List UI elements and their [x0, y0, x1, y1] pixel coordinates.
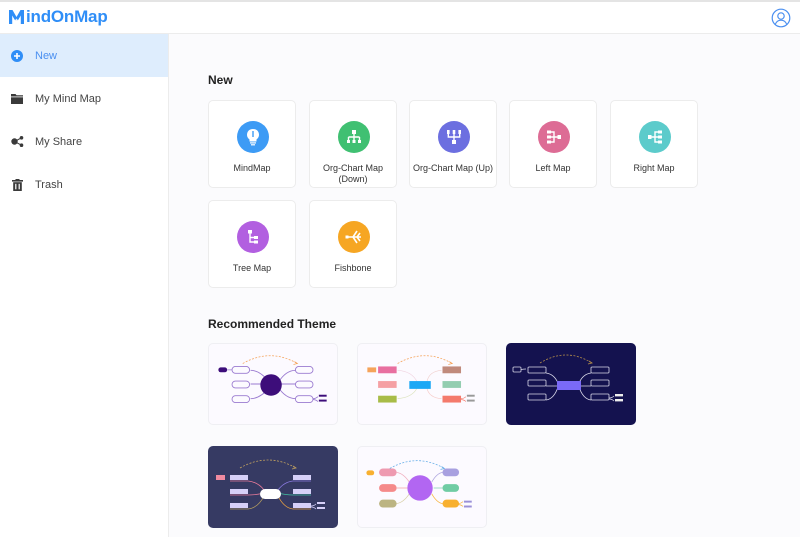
theme-card-purple-classic[interactable] [208, 343, 338, 425]
left-map-icon [538, 121, 570, 153]
template-card-right-map[interactable]: Right Map [610, 100, 698, 188]
theme-card-colorful-blocks[interactable] [357, 343, 487, 425]
top-bar: indOnMap [0, 0, 800, 34]
sidebar-item-label: New [35, 49, 58, 62]
theme-card-dark-navy[interactable] [506, 343, 636, 425]
sidebar-item-label: Trash [35, 178, 63, 191]
template-card-fishbone[interactable]: Fishbone [309, 200, 397, 288]
template-label: MindMap [233, 163, 271, 173]
sidebar-item-trash[interactable]: Trash [0, 163, 168, 206]
theme-preview-slate-dark [216, 459, 325, 510]
template-card-mindmap[interactable]: MindMap [208, 100, 296, 188]
template-card-org-chart-down[interactable]: Org-Chart Map (Down) [309, 100, 397, 188]
theme-preview-pastel-purple [366, 460, 472, 508]
theme-card-pastel-purple[interactable] [357, 446, 487, 528]
right-map-icon [639, 121, 671, 153]
theme-preview-purple-classic [218, 355, 327, 403]
logo-text: indOnMap [26, 7, 108, 26]
template-label-line2: (Down) [338, 174, 368, 184]
trash-icon [10, 178, 24, 192]
main-content: New MindMap Org-Chart Map (Down) Org-Char… [170, 34, 800, 537]
org-chart-up-icon [438, 121, 470, 153]
template-card-org-chart-up[interactable]: Org-Chart Map (Up) [409, 100, 497, 188]
template-label: Org-Chart Map (Up) [412, 163, 493, 173]
theme-card-slate-dark[interactable] [208, 446, 338, 528]
template-label-line1: Org-Chart Map [322, 163, 384, 173]
template-label: Fishbone [334, 263, 372, 273]
new-section-title: New [208, 73, 233, 87]
theme-section-title: Recommended Theme [208, 317, 337, 331]
sidebar-item-label: My Share [35, 135, 83, 148]
sidebar-item-new[interactable]: New [0, 34, 168, 77]
user-circle-icon[interactable] [771, 8, 791, 28]
share-icon [10, 135, 24, 149]
lightbulb-icon [237, 121, 269, 153]
tree-map-icon [237, 221, 269, 253]
sidebar-item-my-share[interactable]: My Share [0, 120, 168, 163]
org-chart-down-icon [338, 121, 370, 153]
folder-icon [10, 92, 24, 106]
sidebar: New My Mind Map My Share Trash [0, 34, 169, 537]
template-label: Tree Map [232, 263, 272, 273]
fishbone-icon [338, 221, 370, 253]
sidebar-item-label: My Mind Map [35, 92, 102, 105]
template-label: Right Map [633, 163, 675, 173]
plus-circle-icon [10, 49, 24, 63]
theme-preview-colorful-blocks [367, 355, 475, 403]
template-card-left-map[interactable]: Left Map [509, 100, 597, 188]
template-label: Org-Chart Map (Down) [310, 163, 396, 185]
app-logo[interactable]: indOnMap [8, 7, 108, 27]
theme-preview-dark-navy [512, 354, 623, 402]
template-card-tree-map[interactable]: Tree Map [208, 200, 296, 288]
logo-mark-icon [9, 10, 24, 24]
template-label: Left Map [535, 163, 571, 173]
sidebar-item-my-mind-map[interactable]: My Mind Map [0, 77, 168, 120]
